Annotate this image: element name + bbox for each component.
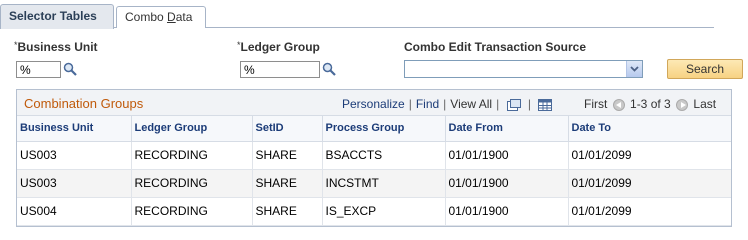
column-header-process-group[interactable]: Process Group [322,116,446,142]
tab-label-post: ata [175,10,193,24]
page-range: 1-3 of 3 [630,97,671,111]
cell-process-group: INCSTMT [322,169,446,198]
download-grid-icon[interactable] [538,98,553,111]
business-unit-label: *Business Unit [14,40,98,54]
grid-header: Combination Groups Personalize | Find | View… [17,90,731,116]
ledger-group-label-text: Ledger Group [240,40,320,54]
column-header-date-to[interactable]: Date To [568,116,731,142]
cell-business-unit: US004 [17,197,132,226]
cell-setid: SHARE [252,169,323,198]
tab-label-pre: Combo [125,10,168,24]
chevron-down-icon[interactable] [626,61,642,77]
nav-separator: | [408,97,412,111]
combination-groups-grid: Combination Groups Personalize | Find | View… [16,89,732,227]
personalize-link[interactable]: Personalize [342,97,405,111]
previous-icon[interactable] [612,98,625,111]
cell-date-from: 01/01/1900 [445,141,569,170]
cell-ledger-group: RECORDING [131,169,253,198]
tab-selector-tables[interactable]: Selector Tables [0,4,114,29]
cell-process-group: BSACCTS [322,141,446,170]
nav-separator: | [443,97,447,111]
combo-source-label: Combo Edit Transaction Source [404,40,586,54]
cell-process-group: IS_EXCP [322,197,446,226]
tab-label: Selector Tables [9,9,97,23]
ledger-group-label: *Ledger Group [237,40,320,54]
table-row: US004 RECORDING SHARE IS_EXCP 01/01/1900… [17,197,731,226]
cell-setid: SHARE [252,197,323,226]
lookup-icon[interactable] [63,62,77,76]
column-header-date-from[interactable]: Date From [445,116,569,142]
grid-nav: Personalize | Find | View All | | [342,97,553,111]
tab-label-accesskey: D [167,10,176,24]
business-unit-input[interactable] [16,61,61,78]
business-unit-label-text: Business Unit [17,40,98,54]
nav-separator: | [527,97,532,111]
combo-source-label-text: Combo Edit Transaction Source [404,40,587,54]
search-button[interactable]: Search [667,59,743,79]
cell-date-from: 01/01/1900 [445,169,569,198]
new-window-icon[interactable] [506,98,521,111]
cell-ledger-group: RECORDING [131,141,253,170]
cell-date-to: 01/01/2099 [568,141,731,170]
column-header-business-unit[interactable]: Business Unit [17,116,132,142]
cell-business-unit: US003 [17,141,132,170]
cell-setid: SHARE [252,141,323,170]
table-header-row: Business Unit Ledger Group SetID Process… [17,116,731,142]
lookup-icon[interactable] [322,62,336,76]
view-all-link[interactable]: View All [450,97,492,111]
table-row: US003 RECORDING SHARE INCSTMT 01/01/1900… [17,169,731,198]
cell-date-to: 01/01/2099 [568,169,731,198]
next-icon[interactable] [676,98,689,111]
combo-source-select[interactable] [404,60,643,78]
grid-title: Combination Groups [24,96,144,111]
column-header-setid[interactable]: SetID [252,116,323,142]
cell-business-unit: US003 [17,169,132,198]
last-label: Last [693,97,717,111]
tab-combo-data[interactable]: Combo Data [116,6,206,28]
table-row: US003 RECORDING SHARE BSACCTS 01/01/1900… [17,141,731,170]
find-link[interactable]: Find [416,97,439,111]
combination-groups-table: Business Unit Ledger Group SetID Process… [17,116,731,226]
ledger-group-input[interactable] [240,61,320,78]
tab-bar: Selector Tables Combo Data [0,4,714,29]
nav-separator: | [496,97,500,111]
grid-pager: First 1-3 of 3 Last [584,97,716,111]
cell-ledger-group: RECORDING [131,197,253,226]
first-label: First [584,97,608,111]
cell-date-to: 01/01/2099 [568,197,731,226]
column-header-ledger-group[interactable]: Ledger Group [131,116,253,142]
cell-date-from: 01/01/1900 [445,197,569,226]
